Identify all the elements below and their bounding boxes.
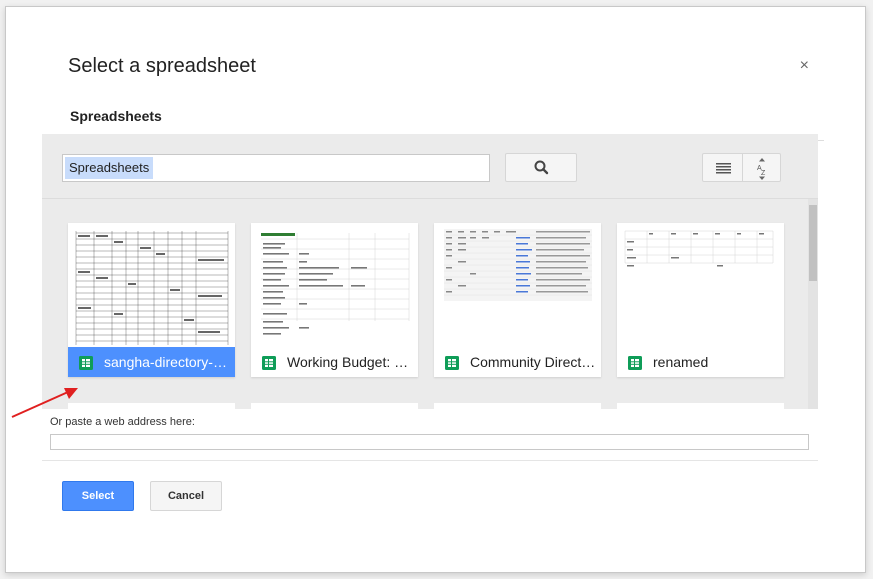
file-tile[interactable]: renamed — [617, 223, 784, 377]
file-name: renamed — [653, 354, 709, 370]
sort-az-icon: A Z — [757, 158, 766, 180]
scrollbar-thumb[interactable] — [809, 205, 817, 281]
footer-divider — [42, 460, 818, 461]
search-icon — [534, 160, 549, 175]
sort-button[interactable]: A Z — [743, 153, 781, 182]
cancel-button[interactable]: Cancel — [150, 481, 222, 511]
search-input[interactable]: Spreadsheets — [62, 154, 490, 182]
paste-url-input[interactable] — [50, 434, 809, 450]
file-tile[interactable]: sangha-directory-n… — [68, 223, 235, 377]
file-tile-footer: Community Direct… — [434, 347, 601, 377]
tab-label: Spreadsheets — [70, 108, 162, 124]
file-thumbnail — [251, 223, 418, 347]
file-name: sangha-directory-n… — [104, 354, 230, 370]
file-tile-partial[interactable] — [617, 403, 784, 409]
spreadsheet-icon — [262, 356, 276, 370]
toolbar: Spreadsheets A Z — [42, 134, 818, 199]
file-tile[interactable]: Community Direct… — [434, 223, 601, 377]
search-button[interactable] — [505, 153, 577, 182]
file-tile-footer: sangha-directory-n… — [68, 347, 235, 377]
spreadsheet-icon — [445, 356, 459, 370]
file-tile-footer: Working Budget: 2… — [251, 347, 418, 377]
spreadsheet-icon — [79, 356, 93, 370]
dialog-title: Select a spreadsheet — [68, 55, 256, 77]
select-button[interactable]: Select — [62, 481, 134, 511]
file-name: Working Budget: 2… — [287, 354, 413, 370]
search-query[interactable]: Spreadsheets — [65, 157, 154, 179]
file-tile-footer: renamed — [617, 347, 784, 377]
file-browser: Spreadsheets A Z sangha-directory-n… Wor… — [42, 134, 818, 409]
file-thumbnail — [434, 223, 601, 347]
file-name: Community Direct… — [470, 354, 596, 370]
file-tile-partial[interactable] — [68, 403, 235, 409]
spreadsheet-icon — [628, 356, 642, 370]
vertical-scrollbar[interactable] — [808, 199, 818, 409]
file-thumbnail — [68, 223, 235, 347]
file-tile-partial[interactable] — [434, 403, 601, 409]
file-thumbnail — [617, 223, 784, 347]
paste-url-label: Or paste a web address here: — [50, 416, 195, 428]
list-view-button[interactable] — [702, 153, 743, 182]
file-tile[interactable]: Working Budget: 2… — [251, 223, 418, 377]
list-view-icon — [716, 163, 731, 174]
svg-text:Z: Z — [761, 170, 766, 177]
close-icon[interactable]: × — [800, 57, 809, 75]
file-tile-partial[interactable] — [251, 403, 418, 409]
